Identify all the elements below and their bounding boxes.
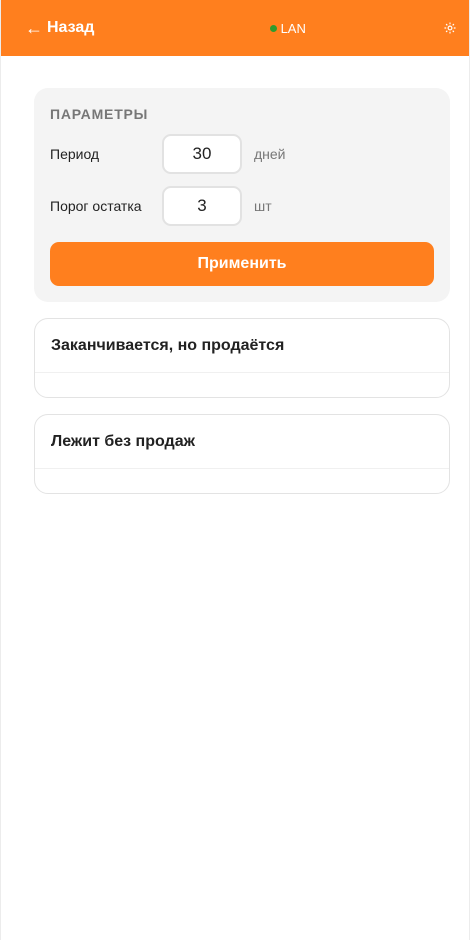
threshold-row: Порог остатка шт <box>50 186 434 226</box>
period-unit: дней <box>254 146 286 162</box>
no-sales-section[interactable]: Лежит без продаж <box>34 414 450 494</box>
status-label: LAN <box>280 20 306 36</box>
section-body <box>35 373 449 397</box>
period-label: Период <box>50 146 100 162</box>
parameters-card: ПАРАМЕТРЫ Период дней Порог остатка шт П… <box>34 88 450 302</box>
apply-button[interactable]: Применить <box>50 242 434 286</box>
threshold-label: Порог остатка <box>50 198 142 214</box>
section-title: Заканчивается, но продаётся <box>35 319 449 373</box>
section-body <box>35 469 449 493</box>
section-title: Лежит без продаж <box>35 415 449 469</box>
back-label: Назад <box>47 19 95 36</box>
connection-status: LAN <box>269 20 306 36</box>
main-content: ПАРАМЕТРЫ Период дней Порог остатка шт П… <box>1 56 469 494</box>
back-button[interactable]: ← Назад <box>25 19 94 37</box>
period-row: Период дней <box>50 134 434 174</box>
threshold-unit: шт <box>254 198 272 214</box>
app-frame: ← Назад LAN ПАРАМЕТРЫ Период дней Порог … <box>0 0 470 940</box>
threshold-input[interactable] <box>162 186 242 226</box>
status-dot-icon <box>269 24 277 32</box>
period-input[interactable] <box>162 134 242 174</box>
back-arrow-icon: ← <box>25 18 43 38</box>
top-bar: ← Назад LAN <box>1 0 469 56</box>
running-out-section[interactable]: Заканчивается, но продаётся <box>34 318 450 398</box>
parameters-title: ПАРАМЕТРЫ <box>50 106 149 122</box>
gear-icon[interactable] <box>443 21 457 35</box>
